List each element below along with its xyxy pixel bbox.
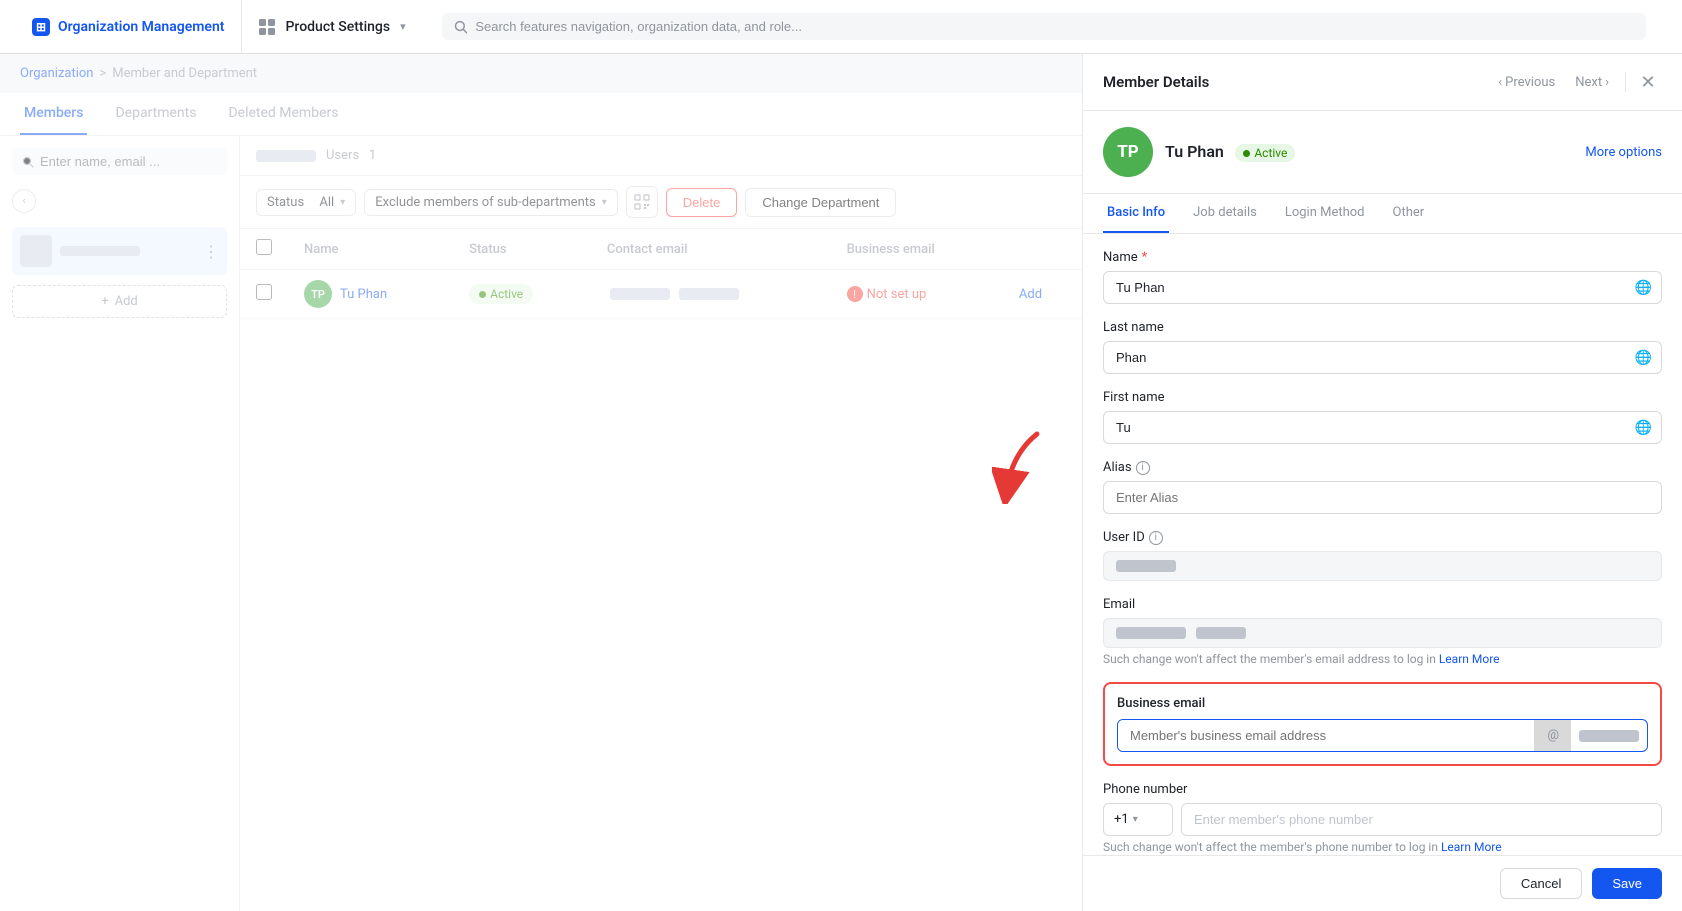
phone-learn-more-link[interactable]: Learn More	[1441, 840, 1502, 854]
profile-info: Tu Phan Active	[1165, 142, 1295, 163]
email-learn-more-link[interactable]: Learn More	[1439, 652, 1500, 666]
first-name-input-wrapper: 🌐	[1103, 411, 1662, 444]
email-blur-1	[1116, 627, 1186, 639]
phone-input-row: +1 ▾	[1103, 803, 1662, 836]
name-globe-icon[interactable]: 🌐	[1635, 280, 1652, 296]
business-email-input[interactable]	[1118, 720, 1534, 751]
first-name-globe-icon[interactable]: 🌐	[1635, 420, 1652, 436]
user-id-field-group: User ID i	[1103, 530, 1662, 581]
topbar: Organization Management Product Settings…	[0, 0, 1682, 54]
last-name-field-group: Last name 🌐	[1103, 320, 1662, 374]
phone-label: Phone number	[1103, 782, 1662, 797]
user-id-label: User ID i	[1103, 530, 1662, 545]
user-id-display	[1103, 551, 1662, 581]
alias-field-group: Alias i	[1103, 460, 1662, 514]
name-required-indicator: *	[1142, 250, 1148, 265]
first-name-input[interactable]	[1103, 411, 1662, 444]
first-name-label: First name	[1103, 390, 1662, 405]
search-icon	[454, 20, 468, 34]
business-email-input-row: @	[1117, 719, 1648, 752]
annotation-arrow	[992, 424, 1052, 504]
email-field-group: Email Such change won't affect the membe…	[1103, 597, 1662, 666]
basic-info-form: Name * 🌐 Last name 🌐	[1083, 234, 1682, 855]
last-name-input[interactable]	[1103, 341, 1662, 374]
panel-footer: Cancel Save	[1083, 855, 1682, 911]
profile-status-dot	[1243, 150, 1250, 157]
phone-country-code: +1	[1114, 812, 1129, 827]
tab-basic-info[interactable]: Basic Info	[1103, 194, 1169, 233]
alias-info-icon[interactable]: i	[1136, 461, 1150, 475]
first-name-field-group: First name 🌐	[1103, 390, 1662, 444]
email-blur-2	[1196, 627, 1246, 639]
name-field-group: Name * 🌐	[1103, 250, 1662, 304]
next-chevron: ›	[1605, 75, 1609, 90]
business-email-at-symbol: @	[1534, 720, 1571, 751]
user-id-blur	[1116, 560, 1176, 572]
phone-field-group: Phone number +1 ▾ Such change won't affe…	[1103, 782, 1662, 854]
name-input-wrapper: 🌐	[1103, 271, 1662, 304]
member-profile-row: TP Tu Phan Active More options	[1083, 111, 1682, 194]
app-name: Organization Management	[58, 19, 225, 35]
prev-chevron: ‹	[1498, 75, 1502, 90]
product-icon	[258, 18, 276, 36]
app-icon	[32, 18, 50, 36]
business-email-label: Business email	[1117, 696, 1648, 711]
detail-tabs: Basic Info Job details Login Method Othe…	[1083, 194, 1682, 234]
left-panel: Organization > Member and Department Mem…	[0, 54, 1082, 911]
last-name-globe-icon[interactable]: 🌐	[1635, 350, 1652, 366]
next-label: Next	[1575, 75, 1602, 90]
phone-country-select[interactable]: +1 ▾	[1103, 803, 1173, 836]
main-layout: Organization > Member and Department Mem…	[0, 54, 1682, 911]
last-name-input-wrapper: 🌐	[1103, 341, 1662, 374]
product-name: Product Settings	[286, 19, 391, 35]
last-name-label: Last name	[1103, 320, 1662, 335]
email-label: Email	[1103, 597, 1662, 612]
alias-input[interactable]	[1103, 481, 1662, 514]
phone-number-input[interactable]	[1181, 803, 1662, 836]
next-button[interactable]: Next ›	[1567, 71, 1617, 94]
panel-navigation: ‹ Previous Next › ✕	[1490, 68, 1662, 96]
save-button[interactable]: Save	[1592, 868, 1662, 899]
search-field[interactable]	[475, 19, 1634, 34]
left-panel-overlay	[0, 54, 1082, 911]
alias-label: Alias i	[1103, 460, 1662, 475]
nav-separator	[1625, 72, 1626, 92]
tab-login-method[interactable]: Login Method	[1281, 194, 1369, 233]
member-details-panel: Member Details ‹ Previous Next › ✕ TP Tu…	[1082, 54, 1682, 911]
profile-avatar: TP	[1103, 127, 1153, 177]
close-panel-button[interactable]: ✕	[1634, 68, 1662, 96]
more-options-button[interactable]: More options	[1585, 145, 1662, 160]
app-switcher[interactable]: Organization Management	[16, 0, 242, 53]
profile-status-badge: Active	[1235, 144, 1295, 162]
member-profile-left: TP Tu Phan Active	[1103, 127, 1295, 177]
phone-country-chevron: ▾	[1133, 814, 1138, 825]
name-label: Name *	[1103, 250, 1662, 265]
product-chevron: ▾	[400, 20, 406, 33]
panel-title: Member Details	[1103, 73, 1209, 91]
panel-header: Member Details ‹ Previous Next › ✕	[1083, 54, 1682, 111]
name-input[interactable]	[1103, 271, 1662, 304]
arrow-annotation	[992, 424, 1052, 508]
business-email-domain-blur	[1579, 730, 1639, 742]
tab-other[interactable]: Other	[1389, 194, 1429, 233]
cancel-button[interactable]: Cancel	[1500, 868, 1582, 899]
business-email-field-group: Business email @	[1103, 682, 1662, 766]
profile-status-label: Active	[1254, 146, 1287, 160]
email-note: Such change won't affect the member's em…	[1103, 652, 1662, 666]
global-search[interactable]	[442, 13, 1646, 40]
profile-name: Tu Phan	[1165, 142, 1224, 161]
user-id-info-icon[interactable]: i	[1149, 531, 1163, 545]
email-display	[1103, 618, 1662, 648]
tab-job-details[interactable]: Job details	[1189, 194, 1261, 233]
previous-button[interactable]: ‹ Previous	[1490, 71, 1563, 94]
prev-label: Previous	[1505, 75, 1555, 90]
phone-note: Such change won't affect the member's ph…	[1103, 840, 1662, 854]
product-settings-menu[interactable]: Product Settings ▾	[242, 0, 422, 53]
